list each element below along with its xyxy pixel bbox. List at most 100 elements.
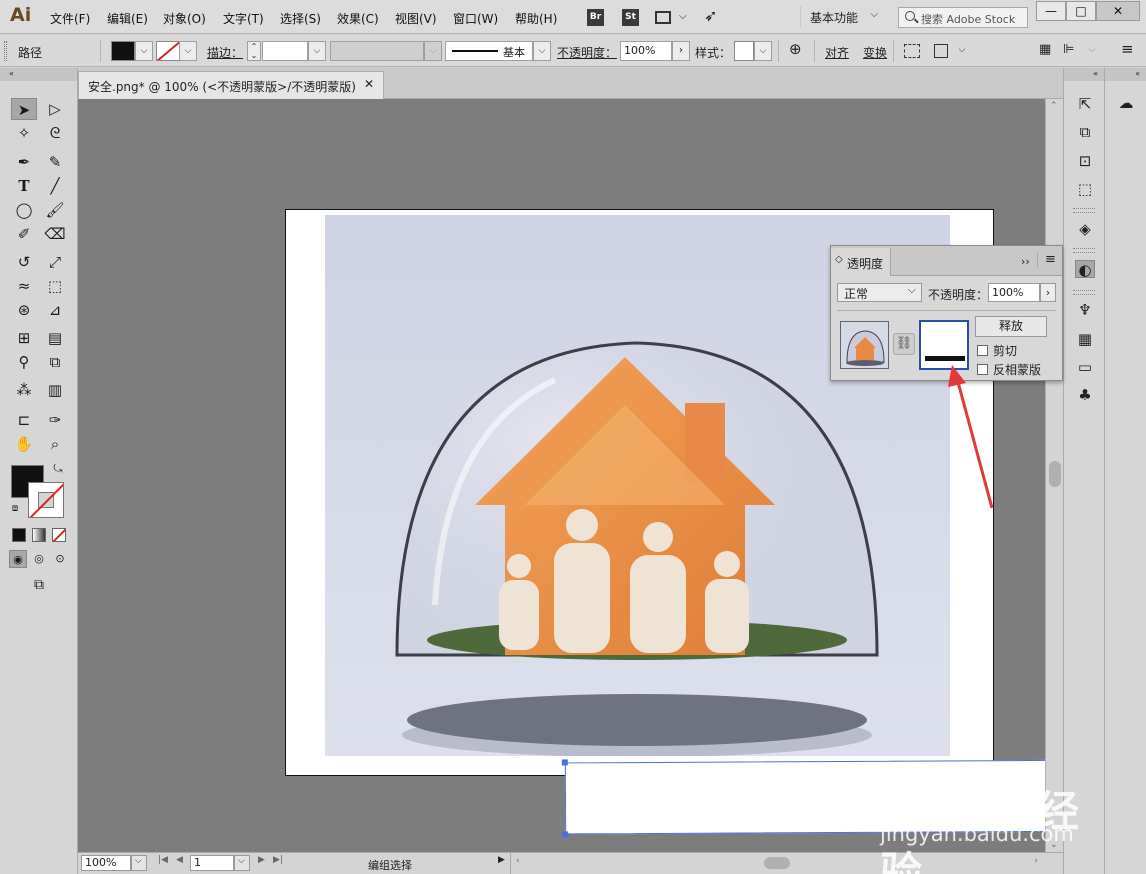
draw-inside-icon[interactable]: ⊙ [51, 550, 69, 568]
fill-color-swatch[interactable] [111, 41, 135, 61]
selection-tool-icon[interactable]: ➤ [11, 98, 37, 120]
grip-handle[interactable] [4, 41, 7, 61]
scroll-left-icon[interactable]: ‹ [516, 856, 520, 866]
hand-tool-icon[interactable]: ✋ [11, 433, 37, 455]
opacity-input[interactable]: 100% [620, 41, 672, 61]
artboard-dropdown[interactable]: ⌵ [234, 855, 250, 871]
first-artboard-icon[interactable]: |◀ [158, 855, 168, 865]
clip-option[interactable]: 剪切 [977, 342, 1017, 359]
minimize-button[interactable]: — [1036, 1, 1066, 21]
grip-handle[interactable] [1073, 248, 1095, 253]
menu-window[interactable]: 窗口(W) [453, 10, 498, 27]
warp-tool-icon[interactable]: ≈ [11, 275, 37, 297]
swatches-icon[interactable]: ▦ [1075, 330, 1095, 348]
previous-artboard-icon[interactable]: ◀ [176, 855, 183, 865]
artboard-number-field[interactable]: 1 [190, 855, 234, 871]
artboards-icon[interactable]: ⧉ [1075, 123, 1095, 141]
scale-tool-icon[interactable]: ⤢ [42, 251, 68, 273]
recolor-artwork-icon[interactable]: ⊕ [789, 40, 802, 58]
status-menu-icon[interactable]: ▶ [498, 855, 505, 865]
paintbrush-tool-icon[interactable]: 🖌 [42, 199, 68, 221]
eraser-tool-icon[interactable]: ⌫ [42, 223, 68, 245]
gradient-panel-icon[interactable]: ▭ [1075, 358, 1095, 376]
panel-opacity-input[interactable]: 100% [988, 283, 1040, 302]
grip-handle[interactable] [1073, 290, 1095, 295]
arrange-documents-icon[interactable] [655, 11, 671, 24]
align-button[interactable]: 对齐 [825, 44, 849, 61]
gpu-rocket-icon[interactable]: ➶ [704, 6, 717, 25]
chevron-down-icon[interactable]: ⌵ [1083, 41, 1101, 61]
collapse-toolbar-button[interactable]: « [0, 68, 77, 81]
menu-object[interactable]: 对象(O) [163, 10, 206, 27]
perspective-grid-tool-icon[interactable]: ⊿ [42, 299, 68, 321]
release-mask-button[interactable]: 释放 [975, 316, 1047, 337]
exit-isolation-icon[interactable] [934, 44, 948, 58]
pen-tool-icon[interactable]: ✒ [11, 151, 37, 173]
shaper-tool-icon[interactable]: ✐ [11, 223, 37, 245]
close-tab-icon[interactable]: ✕ [364, 77, 374, 91]
magic-wand-tool-icon[interactable]: ✧ [11, 122, 37, 144]
link-mask-icon[interactable]: ⛓ [893, 333, 915, 355]
default-colors-icon[interactable]: ⧈ [8, 502, 22, 516]
stock-button[interactable]: St [622, 9, 639, 26]
stroke-label[interactable]: 描边： [207, 44, 243, 61]
invert-mask-checkbox[interactable] [977, 364, 988, 375]
chevron-down-icon[interactable]: ⌵ [679, 11, 687, 22]
color-mode-button[interactable] [12, 528, 26, 542]
menu-help[interactable]: 帮助(H) [515, 10, 557, 27]
creative-cloud-libraries-icon[interactable]: ☁ [1116, 94, 1136, 112]
stroke-weight-stepper[interactable]: ⌃ ⌄ [247, 41, 261, 61]
draw-normal-icon[interactable]: ◉ [9, 550, 27, 568]
line-tool-icon[interactable]: ╱ [42, 175, 68, 197]
invert-mask-option[interactable]: 反相蒙版 [977, 361, 1041, 378]
zoom-dropdown[interactable]: ⌵ [131, 855, 147, 871]
blend-mode-select[interactable]: 正常 [837, 283, 922, 302]
panel-menu-icon[interactable]: ≡ [1045, 252, 1056, 267]
vertical-scroll-thumb[interactable] [1049, 461, 1061, 487]
menu-file[interactable]: 文件(F) [50, 10, 90, 27]
maximize-button[interactable]: □ [1066, 1, 1096, 21]
panel-menu-icon[interactable]: ≡ [1121, 40, 1134, 58]
stroke-weight-dropdown[interactable]: ⌵ [308, 41, 326, 61]
draw-behind-icon[interactable]: ◎ [30, 550, 48, 568]
brush-definition[interactable]: 基本 [445, 41, 533, 61]
shape-builder-tool-icon[interactable]: ⊛ [11, 299, 37, 321]
artwork-thumbnail[interactable] [840, 321, 889, 369]
menu-edit[interactable]: 编辑(E) [107, 10, 148, 27]
opacity-label[interactable]: 不透明度： [557, 44, 617, 61]
workspace-switcher[interactable]: 基本功能 ⌵ [800, 6, 884, 28]
eyedropper-tool-icon[interactable]: ⚲ [11, 351, 37, 373]
menu-select[interactable]: 选择(S) [280, 10, 321, 27]
graphic-style-swatch[interactable] [734, 41, 754, 61]
column-graph-tool-icon[interactable]: ▥ [42, 379, 68, 401]
scroll-up-icon[interactable]: ⌃ [1050, 101, 1058, 111]
symbols-icon[interactable]: ♣ [1075, 386, 1095, 404]
free-transform-tool-icon[interactable]: ⬚ [42, 275, 68, 297]
menu-type[interactable]: 文字(T) [223, 10, 264, 27]
brushes-icon[interactable]: ♆ [1075, 301, 1095, 319]
fill-dropdown[interactable]: ⌵ [135, 41, 153, 61]
graphic-style-dropdown[interactable]: ⌵ [754, 41, 772, 61]
gradient-mode-button[interactable] [32, 528, 46, 542]
stroke-color-swatch[interactable] [156, 41, 180, 61]
grip-handle[interactable] [1073, 208, 1095, 213]
collapse-panel-icon[interactable]: ›› [1021, 255, 1030, 268]
bridge-button[interactable]: Br [587, 9, 604, 26]
screen-mode-icon[interactable]: ⧉ [27, 575, 51, 595]
chevron-down-icon[interactable]: ⌵ [953, 41, 971, 61]
clip-checkbox[interactable] [977, 345, 988, 356]
stock-search-input[interactable]: 搜索 Adobe Stock [898, 7, 1028, 28]
ellipse-tool-icon[interactable]: ◯ [11, 199, 37, 221]
asset-export-icon[interactable]: ⊡ [1075, 152, 1095, 170]
zoom-tool-icon[interactable]: ⌕ [42, 433, 68, 455]
rotate-tool-icon[interactable]: ↺ [11, 251, 37, 273]
layers-icon[interactable]: ◈ [1075, 220, 1095, 238]
curvature-tool-icon[interactable]: ✎ [42, 151, 68, 173]
opacity-mask-thumbnail[interactable] [919, 320, 969, 370]
direct-selection-tool-icon[interactable]: ▷ [42, 98, 68, 120]
stroke-dropdown[interactable]: ⌵ [179, 41, 197, 61]
swap-colors-icon[interactable]: ⤿ [50, 462, 66, 476]
stroke-weight-input[interactable] [262, 41, 308, 61]
isolate-group-icon[interactable] [904, 44, 920, 58]
document-tab[interactable]: 安全.png* @ 100% (<不透明蒙版>/不透明蒙版) ✕ [78, 71, 384, 99]
